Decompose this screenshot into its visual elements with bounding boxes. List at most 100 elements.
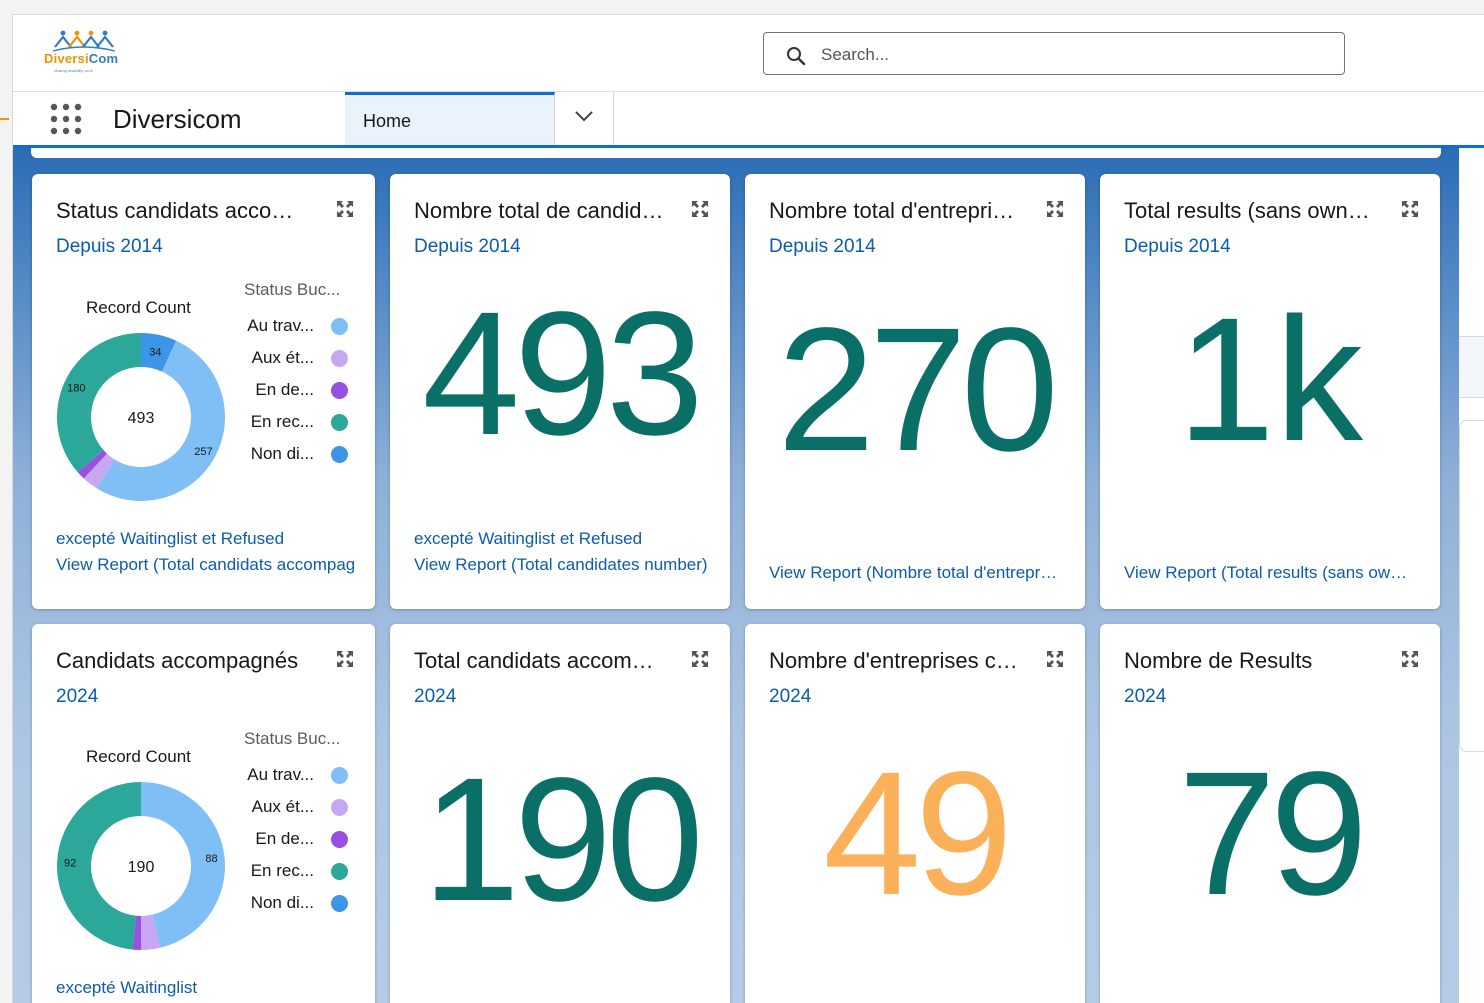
expand-icon[interactable] — [336, 650, 354, 668]
legend-item-aux-etudes[interactable]: Aux ét... — [232, 348, 348, 370]
donut-chart[interactable]: 34 257 180 493 — [56, 332, 226, 502]
expand-icon[interactable] — [691, 650, 709, 668]
card-title: Nombre de Results — [1124, 648, 1313, 673]
legend-item-en-demande[interactable]: En de... — [232, 829, 348, 851]
chevron-down-icon — [575, 111, 593, 122]
legend-swatch — [331, 350, 348, 367]
card-title: Total results (sans owner) — [1124, 198, 1374, 223]
dashboard-canvas: Status candidats accompagnés Depuis 2014… — [13, 148, 1484, 1003]
card-title: Nombre d'entreprises contactées — [769, 648, 1019, 673]
legend-item-non-disponible[interactable]: Non di... — [232, 444, 348, 466]
legend-swatch — [331, 414, 348, 431]
card-title: Total candidats accompagnés — [414, 648, 664, 673]
legend-swatch — [331, 799, 348, 816]
card-footnote: excepté Waitinglist et Refused — [414, 529, 643, 548]
legend-label: En de... — [255, 380, 314, 399]
legend-label: Au trav... — [247, 765, 314, 784]
view-report-link[interactable]: View Report (Nombre total d'entreprises) — [769, 563, 1061, 583]
expand-icon[interactable] — [336, 200, 354, 218]
legend-swatch — [331, 895, 348, 912]
donut-slice[interactable] — [56, 333, 141, 473]
right-side-panel — [1459, 148, 1484, 1003]
card-title: Candidats accompagnés — [56, 648, 299, 673]
card-title: Nombre total d'entreprises — [769, 198, 1019, 223]
legend-label: Au trav... — [247, 316, 314, 335]
metric-value[interactable]: 190 — [390, 752, 730, 928]
legend-item-en-recherche[interactable]: En rec... — [232, 861, 348, 883]
side-panel-tab[interactable] — [1459, 336, 1484, 398]
expand-icon[interactable] — [1046, 650, 1064, 668]
legend-swatch — [331, 382, 348, 399]
logo-wordmark-part1: Diversi — [44, 51, 89, 66]
metric-value[interactable]: 79 — [1100, 746, 1440, 922]
side-panel-section — [1459, 420, 1484, 752]
view-report-link[interactable]: View Report (Total candidats accompagnés… — [56, 555, 354, 575]
donut-chart[interactable]: 88 92 190 — [56, 781, 226, 951]
logo-wordmark: DiversiCom — [44, 51, 118, 66]
search-input[interactable] — [819, 42, 1323, 68]
card-subtitle: Depuis 2014 — [769, 236, 876, 257]
dashboard-header-strip — [31, 148, 1441, 158]
card-nombre-total-candidats: Nombre total de candidats Depuis 2014 49… — [390, 174, 730, 609]
legend-swatch — [331, 863, 348, 880]
expand-icon[interactable] — [691, 200, 709, 218]
tab-home-label: Home — [363, 111, 412, 131]
card-total-candidats-accompagnes: Total candidats accompagnés 2024 190 — [390, 624, 730, 1003]
card-footnote: excepté Waitinglist et Refused — [56, 529, 285, 548]
page-edge-mark — [0, 118, 9, 120]
logo-tagline: Making disability work — [54, 68, 93, 73]
search-icon — [787, 47, 806, 66]
card-nombre-de-results: Nombre de Results 2024 79 — [1100, 624, 1440, 1003]
legend-title: Status Buc... — [244, 280, 341, 299]
legend-label: En rec... — [250, 861, 314, 880]
legend-label: En de... — [255, 829, 314, 848]
expand-icon[interactable] — [1401, 200, 1419, 218]
legend-item-au-travail[interactable]: Au trav... — [232, 765, 348, 787]
card-subtitle: Depuis 2014 — [414, 236, 521, 257]
card-subtitle: Depuis 2014 — [1124, 236, 1231, 257]
card-subtitle: 2024 — [1124, 686, 1167, 707]
legend-label: Non di... — [250, 444, 314, 463]
card-subtitle: 2024 — [769, 686, 812, 707]
donut-data-label: 257 — [194, 446, 212, 458]
card-title: Status candidats accompagnés — [56, 198, 306, 223]
legend-swatch — [331, 767, 348, 784]
app-name: Diversicom — [113, 104, 242, 134]
app-frame: DiversiCom Making disability work Divers… — [12, 14, 1484, 1003]
global-search-box[interactable] — [763, 32, 1345, 75]
donut-data-label: 88 — [205, 853, 217, 865]
nav-overflow-menu[interactable] — [555, 92, 614, 146]
tab-home[interactable]: Home — [345, 92, 555, 146]
view-report-link[interactable]: View Report (Total candidates number) — [414, 555, 710, 575]
legend-item-en-demande[interactable]: En de... — [232, 380, 348, 402]
view-report-link[interactable]: View Report (Total results (sans owner)) — [1124, 563, 1416, 583]
app-launcher-icon[interactable] — [49, 102, 83, 136]
card-nombre-entreprises-contactees: Nombre d'entreprises contactées 2024 49 — [745, 624, 1085, 1003]
legend-label: Aux ét... — [251, 348, 314, 367]
expand-icon[interactable] — [1401, 650, 1419, 668]
legend-swatch — [331, 446, 348, 463]
metric-value[interactable]: 270 — [745, 302, 1085, 478]
card-subtitle: 2024 — [414, 686, 457, 707]
legend-title: Status Buc... — [244, 729, 341, 748]
legend-swatch — [331, 831, 348, 848]
legend-item-au-travail[interactable]: Au trav... — [232, 316, 348, 338]
chart-measure-label: Record Count — [86, 747, 191, 766]
card-nombre-total-entreprises: Nombre total d'entreprises Depuis 2014 2… — [745, 174, 1085, 609]
global-header: DiversiCom Making disability work — [13, 15, 1484, 91]
card-subtitle: Depuis 2014 — [56, 236, 163, 257]
card-candidats-accompagnes: Candidats accompagnés 2024 Record Count … — [32, 624, 375, 1003]
donut-data-label: 34 — [149, 347, 161, 359]
legend-item-en-recherche[interactable]: En rec... — [232, 412, 348, 434]
legend-item-aux-etudes[interactable]: Aux ét... — [232, 797, 348, 819]
donut-center-label: 493 — [128, 410, 155, 427]
legend-swatch — [331, 318, 348, 335]
legend-item-non-disponible[interactable]: Non di... — [232, 893, 348, 915]
metric-value[interactable]: 493 — [390, 286, 730, 462]
metric-value[interactable]: 1k — [1100, 292, 1440, 468]
chart-measure-label: Record Count — [86, 298, 191, 317]
expand-icon[interactable] — [1046, 200, 1064, 218]
metric-value[interactable]: 49 — [745, 746, 1085, 922]
donut-data-label: 180 — [67, 383, 85, 395]
donut-data-label: 92 — [64, 857, 76, 869]
